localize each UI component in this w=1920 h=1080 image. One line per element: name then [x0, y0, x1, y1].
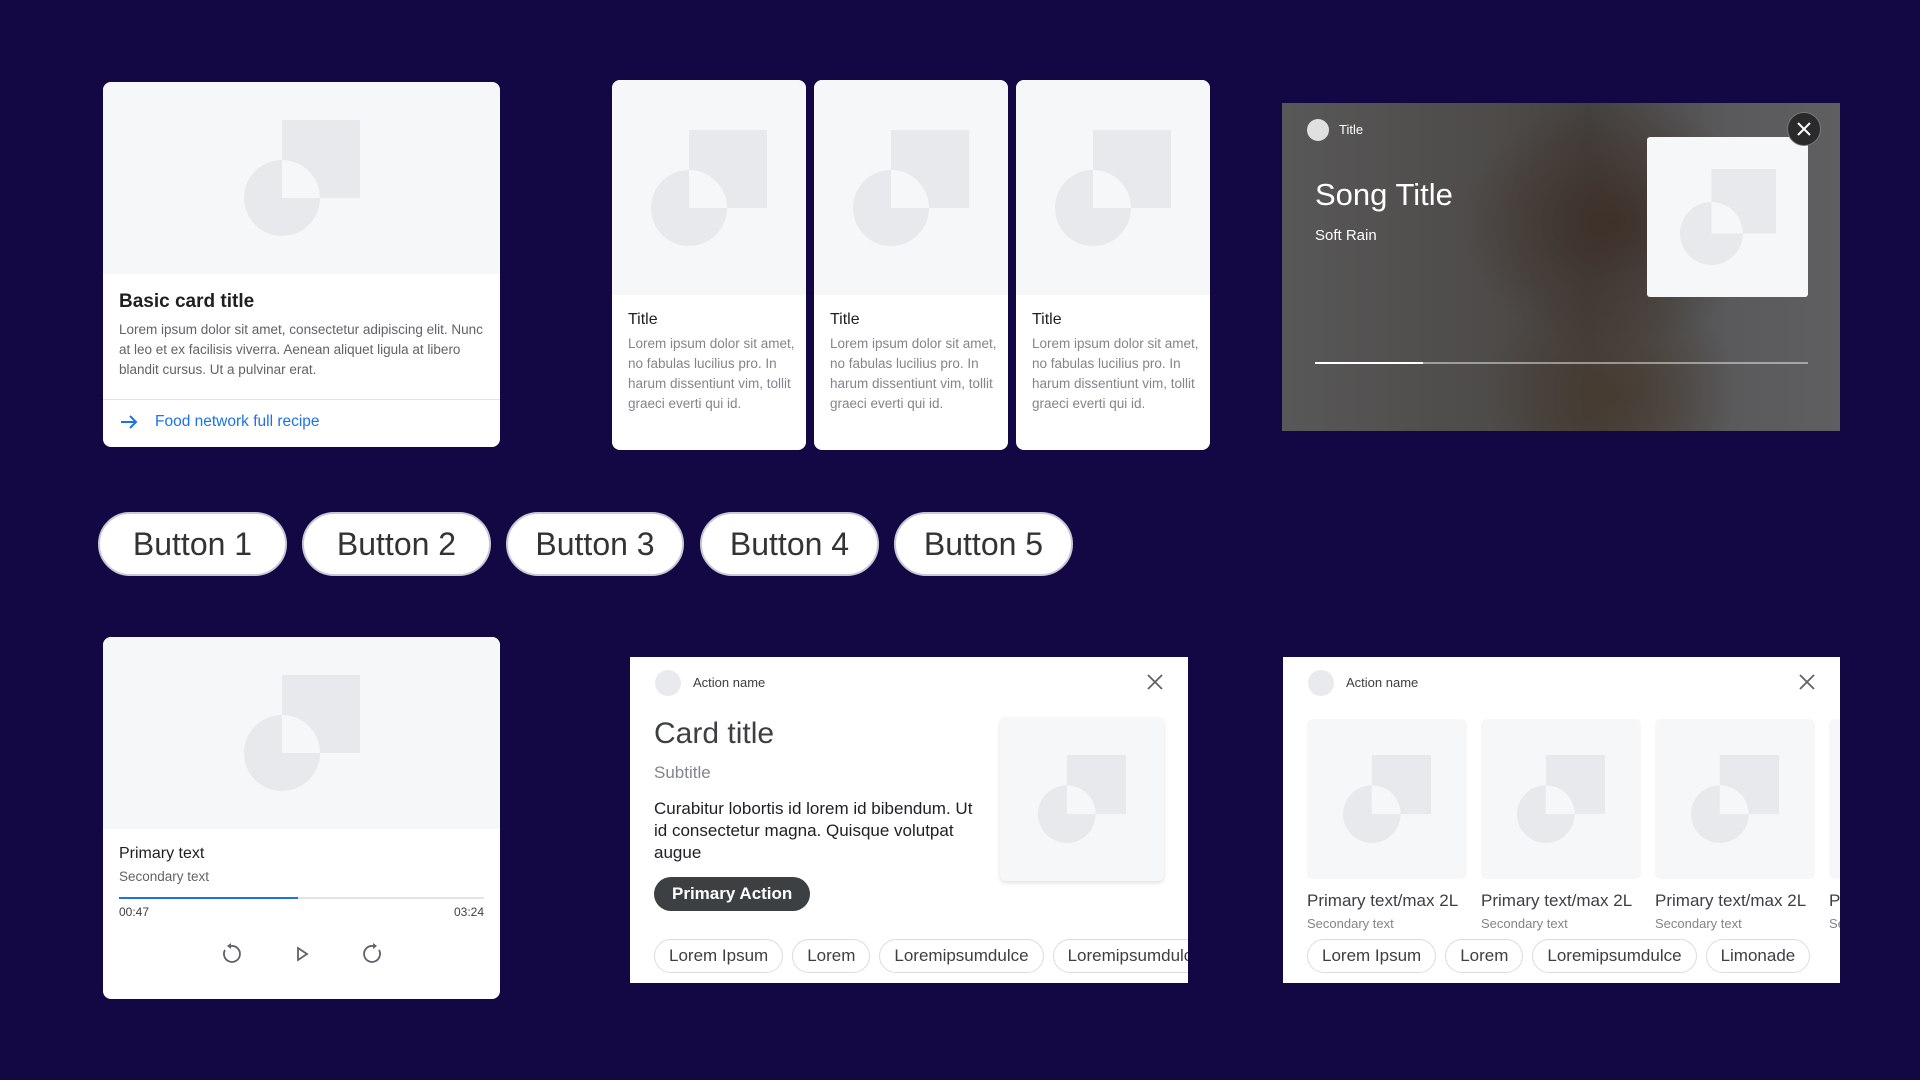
small-card-body: Lorem ipsum dolor sit amet, no fabulas l…: [830, 336, 997, 411]
small-card-body: Lorem ipsum dolor sit amet, no fabulas l…: [628, 336, 795, 411]
image-placeholder-icon: [1055, 129, 1171, 246]
media-progress-bar[interactable]: [1315, 362, 1808, 364]
close-button[interactable]: [1787, 112, 1821, 146]
small-card-title: Title: [628, 311, 658, 328]
image-placeholder-icon: [243, 675, 360, 791]
primary-action-button[interactable]: Primary Action: [654, 877, 811, 911]
media-app-label: Title: [1339, 122, 1364, 137]
card-body: Curabitur lobortis id lorem id bibendum.…: [654, 799, 973, 862]
carousel-tile[interactable]: Primary text/max 2L Secondary text: [1655, 719, 1815, 931]
image-placeholder-icon: [651, 129, 767, 246]
divider: [103, 399, 500, 400]
action-card: Action name Card title Subtitle Curabitu…: [630, 657, 1188, 983]
play-icon[interactable]: [290, 942, 314, 966]
chip[interactable]: Lorem: [792, 939, 871, 973]
basic-card: Basic card title Lorem ipsum dolor sit a…: [103, 82, 500, 447]
album-art: [1647, 137, 1808, 297]
elapsed-time: 00:47: [119, 905, 150, 919]
image-placeholder-icon: [1691, 755, 1779, 843]
image-placeholder: [612, 80, 806, 295]
tile-primary-text: Primary text/max 2L: [1655, 891, 1807, 910]
button-2[interactable]: Button 2: [302, 512, 491, 576]
image-placeholder-icon: [243, 120, 360, 236]
image-placeholder-icon: [1517, 755, 1605, 843]
suggestion-chips: Lorem Ipsum Lorem Loremipsumdulce Loremi…: [654, 939, 1188, 973]
chip[interactable]: Loremipsumdulce: [879, 939, 1044, 973]
image-placeholder: [1016, 80, 1210, 295]
carousel-tile[interactable]: Primary text/max 2L Secondary text: [1307, 719, 1467, 931]
chip[interactable]: Loremipsumdulce: [1052, 939, 1188, 973]
tile-primary-text: Primary text/max 2L: [1829, 891, 1840, 910]
small-card[interactable]: Title Lorem ipsum dolor sit amet, no fab…: [612, 80, 806, 450]
card-subtitle: Subtitle: [654, 763, 711, 782]
image-placeholder: [103, 82, 500, 274]
primary-text: Primary text: [119, 845, 205, 862]
image-placeholder-icon: [1343, 755, 1431, 843]
chip[interactable]: Lorem Ipsum: [1307, 939, 1437, 973]
artist-name: Soft Rain: [1315, 227, 1377, 244]
chip[interactable]: Lorem Ipsum: [654, 939, 784, 973]
small-card-title: Title: [830, 311, 860, 328]
close-button[interactable]: [1798, 673, 1816, 696]
chip[interactable]: Limonade: [1705, 939, 1811, 973]
small-card[interactable]: Title Lorem ipsum dolor sit amet, no fab…: [1016, 80, 1210, 450]
image-placeholder: [103, 637, 500, 829]
duration-time: 03:24: [453, 905, 484, 919]
action-name: Action name: [693, 675, 766, 690]
small-card[interactable]: Title Lorem ipsum dolor sit amet, no fab…: [814, 80, 1008, 450]
replay-10-icon[interactable]: [219, 942, 243, 966]
secondary-text: Secondary text: [119, 869, 210, 884]
small-card-title: Title: [1032, 311, 1062, 328]
carousel-tile[interactable]: Primary text/max 2L Secondary text: [1829, 719, 1840, 931]
tile-secondary-text: Secondary text: [1307, 916, 1394, 931]
tile-image: [1655, 719, 1815, 879]
button-3[interactable]: Button 3: [506, 512, 684, 576]
app-icon: [1307, 119, 1329, 141]
close-icon: [1797, 122, 1811, 136]
small-card-body: Lorem ipsum dolor sit amet, no fabulas l…: [1032, 336, 1199, 411]
media-progress-fill: [1315, 362, 1424, 364]
recipe-link[interactable]: Food network full recipe: [119, 412, 320, 432]
close-icon: [1799, 674, 1815, 690]
playback-controls: [103, 942, 500, 966]
carousel-card: Action name Primary text/max 2L Secondar…: [1283, 657, 1840, 983]
tile-image: [1481, 719, 1641, 879]
tile-image: [1307, 719, 1467, 879]
image-placeholder-icon: [1679, 169, 1776, 265]
tile-primary-text: Primary text/max 2L: [1307, 891, 1459, 910]
playback-progress-fill: [119, 897, 298, 899]
button-4[interactable]: Button 4: [700, 512, 879, 576]
card-image: [1000, 717, 1164, 881]
card-body: Lorem ipsum dolor sit amet, consectetur …: [119, 322, 483, 377]
image-placeholder: [814, 80, 1008, 295]
recipe-link-label: Food network full recipe: [155, 413, 320, 430]
action-icon: [1308, 670, 1334, 696]
action-icon: [655, 670, 681, 696]
suggestion-chips: Lorem Ipsum Lorem Loremipsumdulce Limona…: [1307, 939, 1811, 973]
tile-secondary-text: Secondary text: [1655, 916, 1742, 931]
card-title: Basic card title: [119, 291, 255, 312]
button-5[interactable]: Button 5: [894, 512, 1073, 576]
close-button[interactable]: [1146, 673, 1164, 696]
arrow-right-icon: [121, 415, 138, 429]
chip[interactable]: Loremipsumdulce: [1532, 939, 1697, 973]
forward-10-icon[interactable]: [361, 942, 385, 966]
song-title: Song Title: [1315, 177, 1453, 212]
carousel-tile[interactable]: Primary text/max 2L Secondary text: [1481, 719, 1641, 931]
tile-image: [1829, 719, 1840, 879]
image-placeholder-icon: [1038, 755, 1126, 843]
button-1[interactable]: Button 1: [98, 512, 287, 576]
tile-secondary-text: Secondary text: [1829, 916, 1840, 931]
chip[interactable]: Lorem: [1445, 939, 1524, 973]
card-title: Card title: [654, 717, 775, 750]
player-card: Primary text Secondary text 00:47 03:24: [103, 637, 500, 999]
image-placeholder-icon: [853, 129, 969, 246]
close-icon: [1147, 674, 1163, 690]
tile-primary-text: Primary text/max 2L: [1481, 891, 1633, 910]
tile-secondary-text: Secondary text: [1481, 916, 1568, 931]
action-name: Action name: [1346, 675, 1419, 690]
playback-progress-bar[interactable]: [119, 897, 484, 899]
media-card[interactable]: Title Song Title Soft Rain: [1282, 103, 1840, 431]
